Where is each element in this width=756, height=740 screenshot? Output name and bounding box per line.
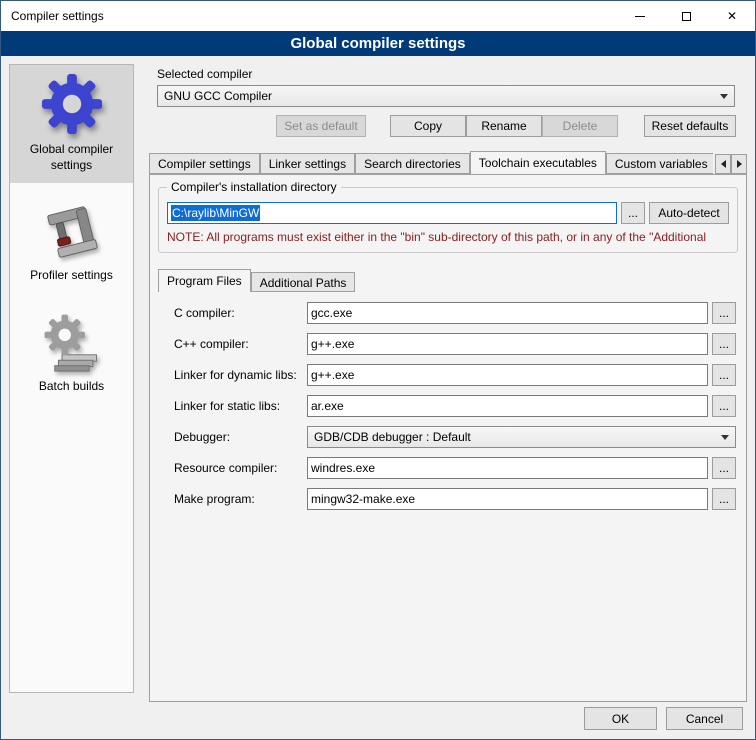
- chevron-left-icon: [721, 160, 726, 168]
- dropdown-button[interactable]: [715, 87, 733, 105]
- close-button[interactable]: ✕: [709, 1, 755, 31]
- dynamic-linker-value: g++.exe: [311, 368, 354, 382]
- tab-toolchain-executables[interactable]: Toolchain executables: [470, 151, 606, 174]
- browse-cpp-compiler-button[interactable]: ...: [712, 333, 736, 355]
- dropdown-button[interactable]: [716, 428, 734, 446]
- maximize-button[interactable]: [663, 1, 709, 31]
- installation-directory-row: C:\raylib\MinGW ... Auto-detect: [167, 202, 729, 224]
- field-row: Linker for dynamic libs: g++.exe ...: [174, 364, 736, 386]
- dialog-footer: OK Cancel: [584, 707, 743, 730]
- tab-scroll-left-button[interactable]: [715, 154, 731, 174]
- tab-additional-paths[interactable]: Additional Paths: [251, 272, 356, 292]
- field-row: Debugger: GDB/CDB debugger : Default: [174, 426, 736, 448]
- field-row: C compiler: gcc.exe ...: [174, 302, 736, 324]
- window-controls: ✕: [617, 1, 755, 31]
- installation-directory-group-title: Compiler's installation directory: [167, 180, 341, 194]
- c-compiler-label: C compiler:: [174, 306, 307, 320]
- window-title: Compiler settings: [11, 9, 104, 23]
- tab-linker-settings[interactable]: Linker settings: [260, 153, 355, 174]
- installation-note: NOTE: All programs must exist either in …: [167, 230, 729, 244]
- debugger-value: GDB/CDB debugger : Default: [314, 430, 471, 444]
- tab-custom-variables[interactable]: Custom variables: [606, 153, 713, 174]
- settings-tab-strip: Compiler settings Linker settings Search…: [149, 150, 747, 174]
- selected-compiler-value: GNU GCC Compiler: [164, 89, 272, 103]
- dialog-header: Global compiler settings: [1, 31, 755, 56]
- chevron-down-icon: [720, 94, 728, 99]
- reset-defaults-button[interactable]: Reset defaults: [644, 115, 736, 137]
- compiler-toolbar: Set as default Copy Rename Delete Reset …: [149, 115, 747, 137]
- field-row: Linker for static libs: ar.exe ...: [174, 395, 736, 417]
- chevron-right-icon: [737, 160, 742, 168]
- delete-button: Delete: [542, 115, 618, 137]
- static-linker-input[interactable]: ar.exe: [307, 395, 708, 417]
- minimize-button[interactable]: [617, 1, 663, 31]
- sidebar-item-label: Batch builds: [39, 379, 104, 395]
- cpp-compiler-input[interactable]: g++.exe: [307, 333, 708, 355]
- sidebar-item-label: Global compiler settings: [14, 142, 129, 173]
- c-compiler-value: gcc.exe: [311, 306, 352, 320]
- close-icon: ✕: [727, 10, 737, 22]
- selected-compiler-label: Selected compiler: [157, 67, 747, 81]
- toolchain-executables-page: Compiler's installation directory C:\ray…: [149, 174, 747, 702]
- minimize-icon: [635, 16, 645, 17]
- settings-sidebar: Global compiler settings Profiler settin…: [9, 64, 134, 693]
- browse-c-compiler-button[interactable]: ...: [712, 302, 736, 324]
- tab-compiler-settings[interactable]: Compiler settings: [149, 153, 260, 174]
- selected-compiler-dropdown[interactable]: GNU GCC Compiler: [157, 85, 735, 107]
- copy-button[interactable]: Copy: [390, 115, 466, 137]
- maximize-icon: [682, 12, 691, 21]
- browse-static-linker-button[interactable]: ...: [712, 395, 736, 417]
- set-as-default-button: Set as default: [276, 115, 366, 137]
- dynamic-linker-input[interactable]: g++.exe: [307, 364, 708, 386]
- tab-scroll-right-button[interactable]: [731, 154, 747, 174]
- make-program-value: mingw32-make.exe: [311, 492, 415, 506]
- compiler-settings-window: Compiler settings ✕ Global compiler sett…: [0, 0, 756, 740]
- auto-detect-button[interactable]: Auto-detect: [649, 202, 729, 224]
- installation-directory-input[interactable]: C:\raylib\MinGW: [167, 202, 617, 224]
- sidebar-item-profiler-settings[interactable]: Profiler settings: [10, 195, 133, 294]
- debugger-dropdown[interactable]: GDB/CDB debugger : Default: [307, 426, 736, 448]
- cpp-compiler-value: g++.exe: [311, 337, 354, 351]
- batch-gears-icon: [43, 314, 101, 372]
- c-compiler-input[interactable]: gcc.exe: [307, 302, 708, 324]
- selected-text: C:\raylib\MinGW: [171, 205, 260, 221]
- rename-button[interactable]: Rename: [466, 115, 542, 137]
- field-row: Make program: mingw32-make.exe ...: [174, 488, 736, 510]
- chevron-down-icon: [721, 435, 729, 440]
- tabs: Compiler settings Linker settings Search…: [149, 150, 713, 174]
- gear-icon: [41, 73, 103, 135]
- tab-scroll-buttons: [715, 154, 747, 174]
- tab-search-directories[interactable]: Search directories: [355, 153, 470, 174]
- static-linker-label: Linker for static libs:: [174, 399, 307, 413]
- tab-program-files[interactable]: Program Files: [158, 269, 251, 292]
- debugger-label: Debugger:: [174, 430, 307, 444]
- resource-compiler-label: Resource compiler:: [174, 461, 307, 475]
- dynamic-linker-label: Linker for dynamic libs:: [174, 368, 307, 382]
- resource-compiler-value: windres.exe: [311, 461, 375, 475]
- sidebar-item-global-compiler-settings[interactable]: Global compiler settings: [10, 65, 133, 183]
- titlebar[interactable]: Compiler settings ✕: [1, 1, 755, 31]
- cpp-compiler-label: C++ compiler:: [174, 337, 307, 351]
- browse-make-program-button[interactable]: ...: [712, 488, 736, 510]
- browse-dynamic-linker-button[interactable]: ...: [712, 364, 736, 386]
- program-files-tab-strip: Program Files Additional Paths: [158, 269, 738, 292]
- installation-directory-group: Compiler's installation directory C:\ray…: [158, 187, 738, 253]
- toolchain-fields: C compiler: gcc.exe ... C++ compiler: g+…: [174, 302, 736, 510]
- field-row: C++ compiler: g++.exe ...: [174, 333, 736, 355]
- field-row: Resource compiler: windres.exe ...: [174, 457, 736, 479]
- cancel-button[interactable]: Cancel: [666, 707, 743, 730]
- main-panel: Selected compiler GNU GCC Compiler Set a…: [149, 64, 747, 702]
- make-program-input[interactable]: mingw32-make.exe: [307, 488, 708, 510]
- resource-compiler-input[interactable]: windres.exe: [307, 457, 708, 479]
- static-linker-value: ar.exe: [311, 399, 344, 413]
- profiler-tool-icon: [43, 203, 101, 261]
- browse-directory-button[interactable]: ...: [621, 202, 645, 224]
- make-program-label: Make program:: [174, 492, 307, 506]
- sidebar-item-batch-builds[interactable]: Batch builds: [10, 306, 133, 405]
- sidebar-item-label: Profiler settings: [30, 268, 113, 284]
- ok-button[interactable]: OK: [584, 707, 657, 730]
- browse-resource-compiler-button[interactable]: ...: [712, 457, 736, 479]
